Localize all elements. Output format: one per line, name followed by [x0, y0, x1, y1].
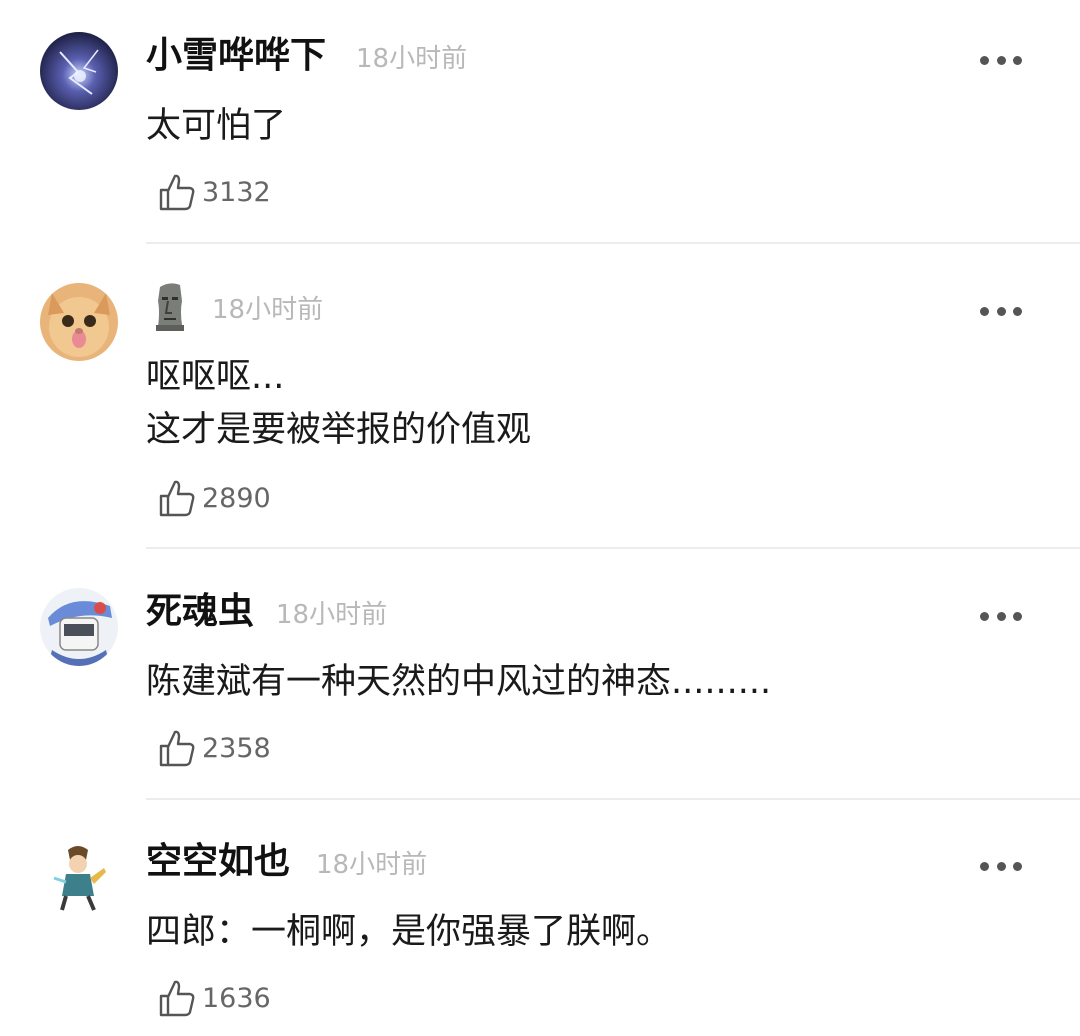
- comment-text: 太可怕了: [146, 100, 286, 153]
- divider: [146, 242, 1080, 244]
- thumbs-up-icon: [159, 480, 195, 517]
- comment-text: 陈建斌有一种天然的中风过的神态.........: [146, 656, 771, 709]
- anime-avatar-icon: [40, 588, 118, 666]
- more-options-button[interactable]: [980, 303, 1022, 319]
- username[interactable]: 小雪哗哗下: [146, 38, 326, 74]
- divider: [146, 547, 1080, 549]
- more-dots-icon: [980, 861, 989, 871]
- thumbs-up-icon: [159, 980, 195, 1017]
- more-dot: [996, 306, 1006, 316]
- more-dots-icon: [980, 55, 989, 65]
- comment-line: 呕呕呕...: [146, 357, 285, 397]
- comment-text: 四郎：一桐啊，是你强暴了朕啊。: [146, 906, 671, 959]
- thumbs-up-icon: [159, 174, 195, 211]
- timestamp: 18小时前: [356, 44, 468, 74]
- user-avatar[interactable]: [40, 283, 118, 361]
- username[interactable]: 死魂虫: [146, 594, 254, 630]
- more-dot: [1013, 611, 1022, 621]
- more-dots-icon: [980, 611, 989, 621]
- moai-emoji-icon: [156, 283, 184, 331]
- timestamp: 18小时前: [316, 850, 428, 880]
- username[interactable]: 空空如也: [146, 844, 290, 880]
- more-dot: [1013, 861, 1022, 871]
- more-dot: [1013, 306, 1022, 316]
- more-dot: [996, 611, 1006, 621]
- like-count: 3132: [202, 176, 271, 208]
- like-button[interactable]: 2358: [158, 728, 271, 768]
- comment-line: 四郎：一桐啊，是你强暴了朕啊。: [146, 912, 672, 952]
- like-button[interactable]: 1636: [158, 978, 271, 1018]
- like-count: 2358: [202, 732, 271, 764]
- more-options-button[interactable]: [980, 608, 1022, 624]
- comment-line: 这才是要被举报的价值观: [146, 410, 532, 450]
- user-avatar[interactable]: [40, 838, 118, 916]
- more-dot: [996, 55, 1006, 65]
- user-avatar[interactable]: [40, 32, 118, 110]
- divider: [146, 798, 1080, 800]
- thumbs-up-icon: [159, 730, 195, 767]
- like-count: 1636: [202, 982, 271, 1014]
- comment-line: 陈建斌有一种天然的中风过的神态.........: [146, 662, 772, 702]
- comment-line: 太可怕了: [146, 106, 287, 146]
- more-dots-icon: [980, 306, 989, 316]
- more-options-button[interactable]: [980, 858, 1022, 874]
- like-count: 2890: [202, 482, 271, 514]
- user-avatar[interactable]: [40, 588, 118, 666]
- more-dot: [1013, 55, 1022, 65]
- like-button[interactable]: 2890: [158, 478, 271, 518]
- like-button[interactable]: 3132: [158, 172, 271, 212]
- more-dot: [996, 861, 1006, 871]
- more-options-button[interactable]: [980, 52, 1022, 68]
- comment-text: 呕呕呕... 这才是要被举报的价值观: [146, 351, 531, 457]
- game-character-avatar-icon: [40, 838, 118, 916]
- timestamp: 18小时前: [212, 295, 324, 325]
- cat-avatar-icon: [40, 283, 118, 361]
- galaxy-avatar-icon: [40, 32, 118, 110]
- timestamp: 18小时前: [276, 600, 388, 630]
